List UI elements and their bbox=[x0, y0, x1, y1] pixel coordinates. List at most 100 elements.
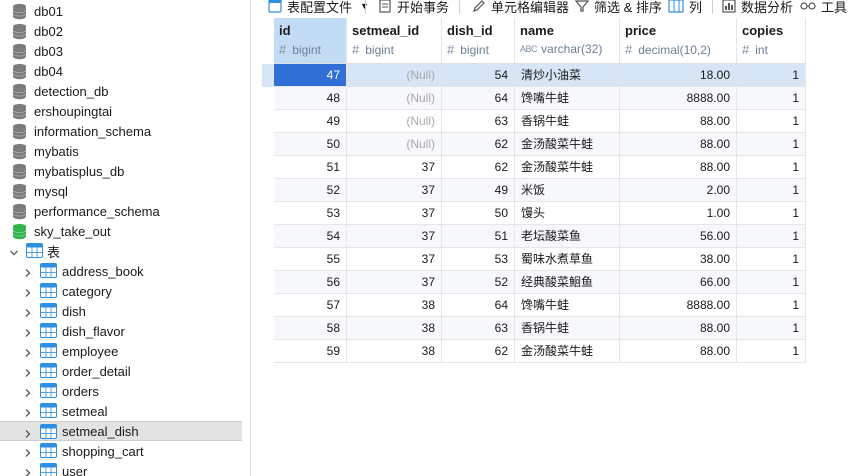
database-item[interactable]: sky_take_out bbox=[0, 221, 242, 241]
table-item[interactable]: address_book bbox=[0, 261, 242, 281]
cell-id[interactable]: 50 bbox=[274, 133, 347, 156]
cell-id[interactable]: 55 bbox=[274, 248, 347, 271]
cell-setmeal_id[interactable]: (Null) bbox=[347, 87, 442, 110]
cell-setmeal_id[interactable]: 38 bbox=[347, 317, 442, 340]
cell-price[interactable]: 38.00 bbox=[620, 248, 737, 271]
column-header-name[interactable]: name ABC varchar(32) bbox=[515, 18, 620, 64]
chevron-right-icon[interactable] bbox=[23, 386, 33, 397]
cell-dish_id[interactable]: 63 bbox=[442, 110, 515, 133]
table-profile-button[interactable]: 表配置文件 ▼ bbox=[268, 0, 369, 16]
chevron-right-icon[interactable] bbox=[23, 446, 33, 457]
cell-dish_id[interactable]: 52 bbox=[442, 271, 515, 294]
cell-dish_id[interactable]: 64 bbox=[442, 87, 515, 110]
chevron-right-icon[interactable] bbox=[23, 266, 33, 277]
cell-name[interactable]: 馋嘴牛蛙 bbox=[515, 294, 620, 317]
database-item[interactable]: db03 bbox=[0, 41, 242, 61]
cell-id[interactable]: 58 bbox=[274, 317, 347, 340]
chevron-right-icon[interactable] bbox=[23, 306, 33, 317]
row-marker[interactable] bbox=[262, 294, 274, 317]
cell-dish_id[interactable]: 63 bbox=[442, 317, 515, 340]
cell-name[interactable]: 香锅牛蛙 bbox=[515, 317, 620, 340]
chevron-right-icon[interactable] bbox=[23, 366, 33, 377]
column-header-price[interactable]: price # decimal(10,2) bbox=[620, 18, 737, 64]
cell-setmeal_id[interactable]: 38 bbox=[347, 294, 442, 317]
cell-price[interactable]: 56.00 bbox=[620, 225, 737, 248]
row-marker[interactable] bbox=[262, 133, 274, 156]
cell-dish_id[interactable]: 62 bbox=[442, 156, 515, 179]
cell-price[interactable]: 8888.00 bbox=[620, 294, 737, 317]
database-item[interactable]: ershoupingtai bbox=[0, 101, 242, 121]
table-item[interactable]: dish_flavor bbox=[0, 321, 242, 341]
cell-copies[interactable]: 1 bbox=[737, 202, 806, 225]
table-item[interactable]: setmeal bbox=[0, 401, 242, 421]
cell-copies[interactable]: 1 bbox=[737, 340, 806, 363]
columns-button[interactable]: 列 bbox=[668, 0, 702, 16]
cell-id[interactable]: 54 bbox=[274, 225, 347, 248]
database-item[interactable]: db02 bbox=[0, 21, 242, 41]
tools-button[interactable]: 工具 bbox=[800, 0, 847, 16]
begin-transaction-button[interactable]: 开始事务 bbox=[378, 0, 449, 16]
column-header-id[interactable]: id # bigint bbox=[274, 18, 347, 64]
row-marker[interactable] bbox=[262, 340, 274, 363]
cell-setmeal_id[interactable]: 37 bbox=[347, 202, 442, 225]
cell-copies[interactable]: 1 bbox=[737, 133, 806, 156]
database-item[interactable]: performance_schema bbox=[0, 201, 242, 221]
row-marker[interactable] bbox=[262, 156, 274, 179]
cell-setmeal_id[interactable]: 38 bbox=[347, 340, 442, 363]
cell-dish_id[interactable]: 64 bbox=[442, 294, 515, 317]
cell-name[interactable]: 金汤酸菜牛蛙 bbox=[515, 340, 620, 363]
cell-dish_id[interactable]: 51 bbox=[442, 225, 515, 248]
cell-name[interactable]: 金汤酸菜牛蛙 bbox=[515, 133, 620, 156]
database-item[interactable]: detection_db bbox=[0, 81, 242, 101]
cell-id[interactable]: 51 bbox=[274, 156, 347, 179]
table-item[interactable]: shopping_cart bbox=[0, 441, 242, 461]
data-analysis-button[interactable]: 数据分析 bbox=[722, 0, 793, 16]
cell-setmeal_id[interactable]: 37 bbox=[347, 271, 442, 294]
cell-price[interactable]: 66.00 bbox=[620, 271, 737, 294]
row-marker[interactable] bbox=[262, 248, 274, 271]
cell-price[interactable]: 88.00 bbox=[620, 133, 737, 156]
cell-id[interactable]: 49 bbox=[274, 110, 347, 133]
cell-copies[interactable]: 1 bbox=[737, 156, 806, 179]
database-item[interactable]: mybatisplus_db bbox=[0, 161, 242, 181]
cell-dish_id[interactable]: 50 bbox=[442, 202, 515, 225]
column-header-setmeal_id[interactable]: setmeal_id # bigint bbox=[347, 18, 442, 64]
row-marker[interactable] bbox=[262, 110, 274, 133]
cell-id[interactable]: 47 bbox=[274, 64, 347, 87]
cell-dish_id[interactable]: 62 bbox=[442, 133, 515, 156]
cell-name[interactable]: 老坛酸菜鱼 bbox=[515, 225, 620, 248]
cell-id[interactable]: 59 bbox=[274, 340, 347, 363]
cell-editor-button[interactable]: 单元格编辑器 bbox=[472, 0, 569, 16]
chevron-right-icon[interactable] bbox=[23, 286, 33, 297]
table-item[interactable]: setmeal_dish bbox=[0, 421, 242, 441]
cell-price[interactable]: 18.00 bbox=[620, 64, 737, 87]
chevron-right-icon[interactable] bbox=[23, 346, 33, 357]
cell-price[interactable]: 1.00 bbox=[620, 202, 737, 225]
table-item[interactable]: category bbox=[0, 281, 242, 301]
cell-name[interactable]: 馋嘴牛蛙 bbox=[515, 87, 620, 110]
row-marker[interactable] bbox=[262, 317, 274, 340]
cell-name[interactable]: 馒头 bbox=[515, 202, 620, 225]
cell-setmeal_id[interactable]: (Null) bbox=[347, 64, 442, 87]
table-item[interactable]: dish bbox=[0, 301, 242, 321]
cell-setmeal_id[interactable]: 37 bbox=[347, 156, 442, 179]
database-item[interactable]: mysql bbox=[0, 181, 242, 201]
cell-copies[interactable]: 1 bbox=[737, 317, 806, 340]
chevron-right-icon[interactable] bbox=[23, 466, 33, 476]
cell-price[interactable]: 88.00 bbox=[620, 110, 737, 133]
cell-name[interactable]: 香锅牛蛙 bbox=[515, 110, 620, 133]
cell-id[interactable]: 56 bbox=[274, 271, 347, 294]
cell-id[interactable]: 52 bbox=[274, 179, 347, 202]
row-marker[interactable] bbox=[262, 64, 274, 87]
cell-dish_id[interactable]: 49 bbox=[442, 179, 515, 202]
cell-setmeal_id[interactable]: (Null) bbox=[347, 110, 442, 133]
cell-copies[interactable]: 1 bbox=[737, 248, 806, 271]
row-marker[interactable] bbox=[262, 225, 274, 248]
cell-name[interactable]: 经典酸菜鮰鱼 bbox=[515, 271, 620, 294]
table-item[interactable]: order_detail bbox=[0, 361, 242, 381]
database-item[interactable]: mybatis bbox=[0, 141, 242, 161]
cell-name[interactable]: 金汤酸菜牛蛙 bbox=[515, 156, 620, 179]
cell-setmeal_id[interactable]: 37 bbox=[347, 225, 442, 248]
cell-dish_id[interactable]: 62 bbox=[442, 340, 515, 363]
cell-price[interactable]: 2.00 bbox=[620, 179, 737, 202]
